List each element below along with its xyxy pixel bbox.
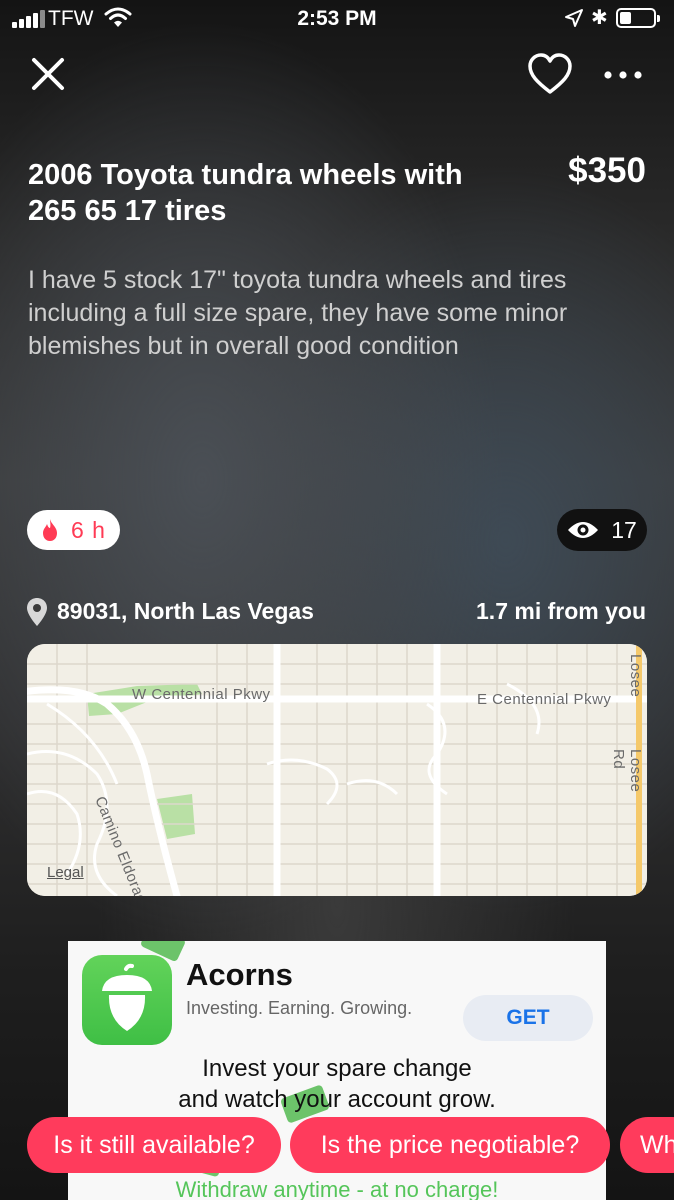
map-label-losee-rd: Losee Rd (610, 749, 644, 793)
location-pin-icon (27, 598, 47, 626)
location-map[interactable]: W Centennial Pkwy E Centennial Pkwy Cami… (27, 644, 647, 896)
heart-icon (528, 53, 572, 94)
listing-title: 2006 Toyota tundra wheels with 265 65 17… (28, 159, 463, 227)
quick-reply-negotiable[interactable]: Is the price negotiable? (290, 1117, 610, 1173)
eye-icon (568, 522, 599, 538)
views-badge: 17 (557, 509, 647, 551)
map-label-losee: Losee (627, 654, 644, 698)
acorn-icon (102, 963, 152, 1031)
ad-body-line1: Invest your spare change (202, 1055, 472, 1082)
flame-icon (43, 519, 57, 541)
ad-body-text: Invest your spare change and watch your … (68, 1053, 606, 1115)
ad-footer: Withdraw anytime - at no charge! (175, 1177, 499, 1200)
favorite-button[interactable] (527, 52, 573, 98)
bluetooth-icon: ✱ (591, 7, 608, 29)
map-label-w-centennial: W Centennial Pkwy (132, 686, 271, 703)
views-count: 17 (611, 516, 637, 543)
map-label-e-centennial: E Centennial Pkwy (477, 691, 612, 708)
more-options-button[interactable] (600, 60, 646, 90)
quick-reply-more[interactable]: Wh (620, 1117, 674, 1173)
more-icon (604, 71, 642, 79)
listing-price: $350 (568, 151, 646, 190)
ad-body-line2: and watch your account grow. (178, 1086, 496, 1113)
acorns-app-icon[interactable] (82, 955, 172, 1045)
map-legal-link[interactable]: Legal (47, 864, 84, 881)
location-arrow-icon (565, 9, 583, 27)
battery-icon (616, 8, 660, 28)
listing-age: 6 h (71, 516, 106, 543)
listing-age-badge: 6 h (27, 510, 120, 550)
ad-get-button[interactable]: GET (463, 995, 593, 1041)
ad-tagline: Investing. Earning. Growing. (186, 998, 413, 1018)
listing-description: I have 5 stock 17" toyota tundra wheels … (28, 266, 568, 360)
close-icon (32, 58, 64, 90)
status-bar: TFW 2:53 PM ✱ (0, 0, 674, 40)
close-button[interactable] (26, 52, 70, 96)
listing-distance: 1.7 mi from you (476, 598, 646, 624)
ad-app-name: Acorns (186, 957, 293, 992)
listing-location: 89031, North Las Vegas (57, 598, 314, 624)
quick-reply-available[interactable]: Is it still available? (27, 1117, 281, 1173)
